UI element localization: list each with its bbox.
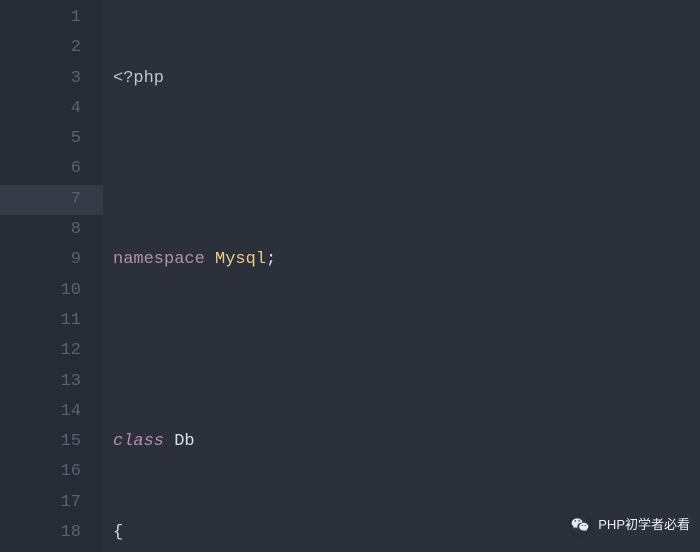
line-number-gutter: 1 2 3 4 5 6 7 8 9 10 11 12 13 14 15 16 1… [0, 0, 103, 552]
token-classname: Db [164, 432, 195, 451]
token-namespace: namespace [113, 250, 205, 269]
code-area[interactable]: <?php namespace Mysql; class Db { // 定义p… [103, 0, 700, 552]
code-line-3: namespace Mysql; [103, 245, 700, 275]
token-nsname: Mysql [205, 250, 266, 269]
line-number: 11 [0, 306, 103, 336]
token-open-tag: <? [113, 69, 133, 88]
code-line-1: <?php [103, 64, 700, 94]
line-number: 6 [0, 154, 103, 184]
line-number: 9 [0, 245, 103, 275]
line-number: 14 [0, 397, 103, 427]
line-number: 15 [0, 427, 103, 457]
line-number: 8 [0, 215, 103, 245]
line-number: 13 [0, 367, 103, 397]
line-number: 1 [0, 3, 103, 33]
line-number: 10 [0, 276, 103, 306]
token-semi: ; [266, 250, 276, 269]
token-brace: { [113, 523, 123, 542]
line-number: 17 [0, 488, 103, 518]
code-editor: 1 2 3 4 5 6 7 8 9 10 11 12 13 14 15 16 1… [0, 0, 700, 552]
line-number: 12 [0, 336, 103, 366]
code-line-2 [103, 154, 700, 184]
token-php: php [133, 69, 164, 88]
line-number: 2 [0, 33, 103, 63]
code-line-4 [103, 336, 700, 366]
line-number: 5 [0, 124, 103, 154]
code-line-6: { [103, 518, 700, 548]
line-number: 3 [0, 64, 103, 94]
token-class-kw: class [113, 432, 164, 451]
code-line-5: class Db [103, 427, 700, 457]
line-number: 4 [0, 94, 103, 124]
line-number: 16 [0, 457, 103, 487]
line-number-active: 7 [0, 185, 103, 215]
line-number: 18 [0, 518, 103, 548]
